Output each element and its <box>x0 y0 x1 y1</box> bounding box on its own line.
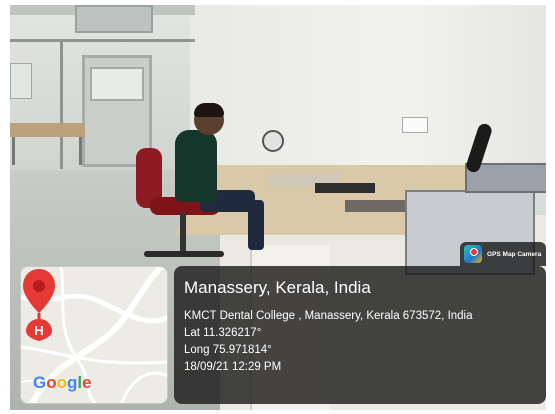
person-shin <box>248 200 264 250</box>
google-letter: o <box>46 373 57 392</box>
google-letter: g <box>67 373 78 392</box>
google-letter: G <box>33 373 47 392</box>
gps-map-camera-badge: GPS Map Camera <box>460 242 546 266</box>
gps-map-camera-icon <box>464 245 482 263</box>
address-line: KMCT Dental College , Manassery, Kerala … <box>184 310 473 322</box>
location-title: Manassery, Kerala, India <box>184 278 371 297</box>
bench-instruments <box>315 183 375 193</box>
side-table <box>10 123 85 137</box>
google-letter: o <box>56 373 68 392</box>
map-thumbnail[interactable]: H Google <box>20 266 168 404</box>
door-glass <box>90 67 144 101</box>
datetime-line: 18/09/21 12:29 PM <box>184 361 282 373</box>
person-torso <box>175 130 217 202</box>
gps-app-name: GPS Map Camera <box>487 250 542 258</box>
side-table-legs <box>12 137 82 165</box>
person-hair <box>194 103 224 117</box>
high-window <box>75 5 153 33</box>
wall-pipe <box>10 39 195 42</box>
google-logo: Google <box>33 373 92 393</box>
latitude-line: Lat 11.326217° <box>184 327 262 339</box>
bench-lamp <box>262 130 284 152</box>
geotagged-photo-frame: H Google GPS Map Camera Manassery, Keral… <box>0 0 555 414</box>
longitude-line: Long 75.971814° <box>184 344 272 356</box>
power-outlet <box>402 117 428 133</box>
pin-letter: H <box>34 323 43 338</box>
map-pin-icon: H <box>23 269 55 341</box>
office-chair-base <box>144 251 224 257</box>
location-info-overlay: Manassery, Kerala, India KMCT Dental Col… <box>174 266 546 404</box>
google-letter: e <box>82 373 92 392</box>
wall-panel <box>10 63 32 99</box>
office-chair-pole <box>180 213 186 253</box>
